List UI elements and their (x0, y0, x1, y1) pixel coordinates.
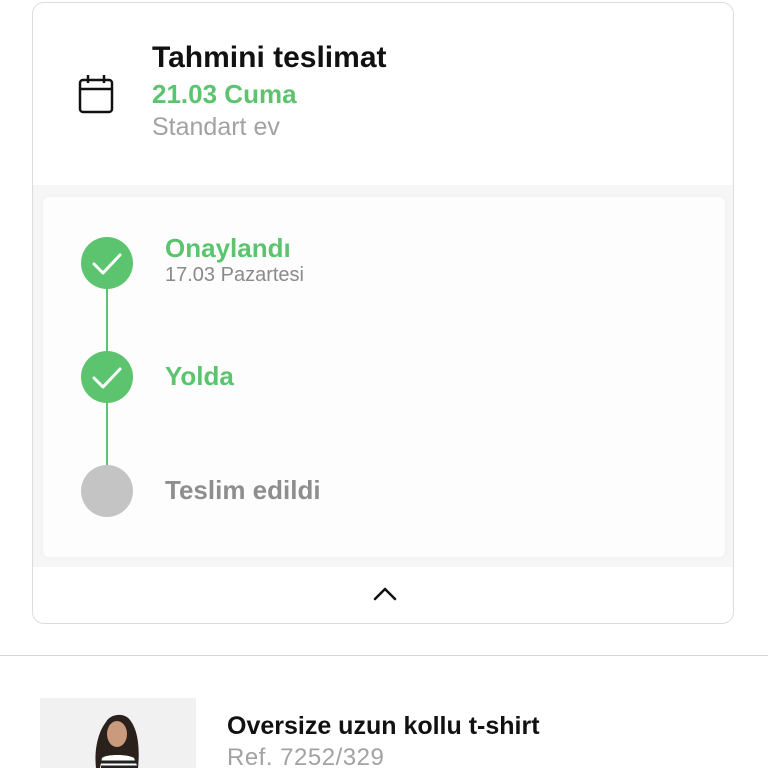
section-divider (0, 655, 768, 656)
delivery-title: Tahmini teslimat (152, 41, 387, 74)
order-tracking-card: Tahmini teslimat 21.03 Cuma Standart ev … (32, 2, 734, 624)
estimated-delivery-section: Tahmini teslimat 21.03 Cuma Standart ev (33, 3, 733, 185)
product-name: Oversize uzun kollu t-shirt (227, 712, 540, 740)
delivery-date: 21.03 Cuma (152, 79, 297, 109)
step-delivered-pending-icon (81, 465, 133, 517)
collapse-timeline-button[interactable] (33, 567, 733, 623)
chevron-up-icon[interactable] (371, 584, 399, 604)
delivery-type: Standart ev (152, 113, 280, 141)
step-date-confirmed: 17.03 Pazartesi (165, 264, 304, 286)
timeline-panel: Onaylandı 17.03 Pazartesi Yolda Teslim e… (43, 197, 725, 557)
product-image[interactable] (40, 698, 196, 768)
step-label-delivered: Teslim edildi (165, 475, 321, 505)
step-label-confirmed: Onaylandı (165, 233, 291, 263)
step-in-transit-check-icon (81, 351, 133, 403)
step-label-in-transit: Yolda (165, 361, 234, 391)
order-status-timeline: Onaylandı 17.03 Pazartesi Yolda Teslim e… (33, 185, 733, 567)
calendar-icon (78, 74, 114, 114)
step-confirmed-check-icon (81, 237, 133, 289)
